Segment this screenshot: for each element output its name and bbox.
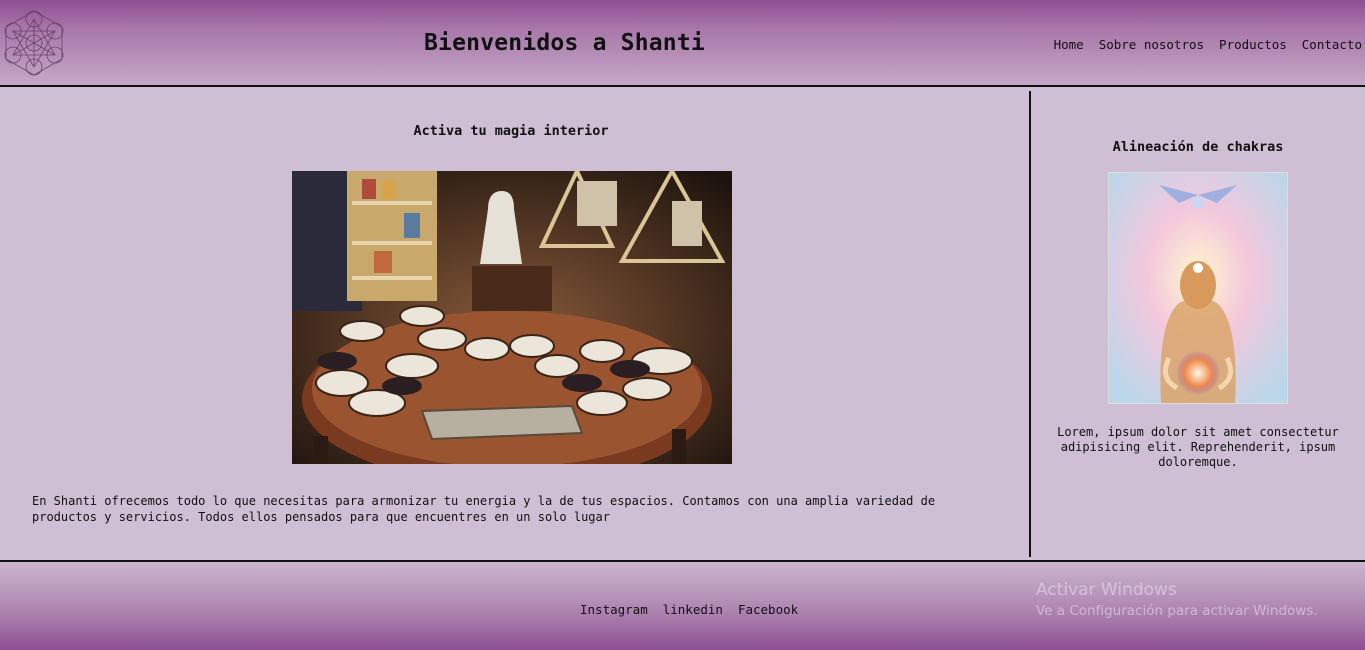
nav-contact-link[interactable]: Contacto (1302, 37, 1362, 52)
windows-activation-watermark: Activar Windows Ve a Configuración para … (1036, 580, 1318, 619)
nav-products-link[interactable]: Productos (1219, 37, 1287, 52)
main-nav: Home Sobre nosotros Productos Contacto (1054, 37, 1362, 52)
site-header: Bienvenidos a Shanti Home Sobre nosotros… (0, 0, 1365, 87)
metatron-cube-icon[interactable] (2, 6, 66, 80)
watermark-title: Activar Windows (1036, 580, 1177, 600)
nav-home-link[interactable]: Home (1054, 37, 1084, 52)
shop-table-crystals-photo (292, 171, 732, 464)
chakra-meditation-image (1108, 172, 1288, 404)
main-content: Activa tu magia interior En Shanti ofrec… (0, 91, 1031, 557)
facebook-link[interactable]: Facebook (738, 602, 798, 617)
social-links: Instagram linkedin Facebook (580, 602, 798, 617)
sidebar: Alineación de chakras Lorem, ipsum dolor… (1031, 91, 1365, 557)
main-section-title: Activa tu magia interior (413, 123, 609, 139)
site-footer: Instagram linkedin Facebook Activar Wind… (0, 560, 1365, 650)
sidebar-title: Alineación de chakras (1112, 139, 1284, 155)
nav-about-link[interactable]: Sobre nosotros (1099, 37, 1204, 52)
instagram-link[interactable]: Instagram (580, 602, 648, 617)
watermark-subtitle: Ve a Configuración para activar Windows. (1036, 603, 1318, 619)
site-title: Bienvenidos a Shanti (424, 30, 705, 56)
sidebar-text: Lorem, ipsum dolor sit amet consectetur … (1057, 425, 1339, 469)
linkedin-link[interactable]: linkedin (663, 602, 723, 617)
intro-text: En Shanti ofrecemos todo lo que necesita… (32, 494, 936, 524)
